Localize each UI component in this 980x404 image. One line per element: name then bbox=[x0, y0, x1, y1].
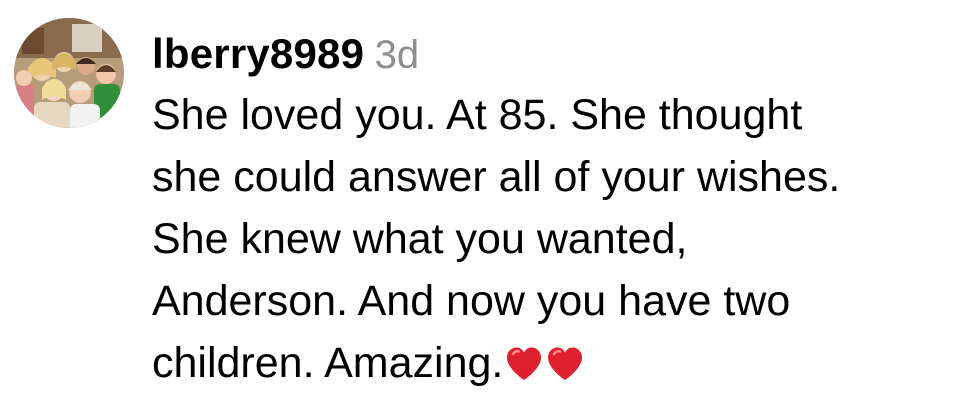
heart-icon bbox=[545, 345, 585, 383]
avatar[interactable] bbox=[14, 18, 124, 128]
comment-last-line: children. Amazing. bbox=[152, 332, 972, 394]
comment-line: She loved you. At 85. She thought bbox=[152, 91, 803, 139]
timestamp[interactable]: 3d bbox=[375, 33, 420, 77]
username-link[interactable]: lberry8989 bbox=[152, 30, 364, 77]
comment-line: she could answer all of your wishes. bbox=[152, 153, 841, 201]
comment-line-text: children. Amazing. bbox=[152, 339, 504, 387]
comment: lberry8989 3d She loved you. At 85. She … bbox=[0, 0, 980, 404]
comment-meta: lberry8989 3d bbox=[152, 24, 972, 84]
comment-text: She loved you. At 85. She thought she co… bbox=[152, 84, 972, 394]
comment-line: She knew what you wanted, bbox=[152, 215, 688, 263]
heart-icon bbox=[504, 345, 544, 383]
comment-line: Anderson. And now you have two bbox=[152, 277, 791, 325]
comment-content: lberry8989 3d She loved you. At 85. She … bbox=[152, 24, 972, 394]
avatar-photo bbox=[14, 18, 124, 128]
